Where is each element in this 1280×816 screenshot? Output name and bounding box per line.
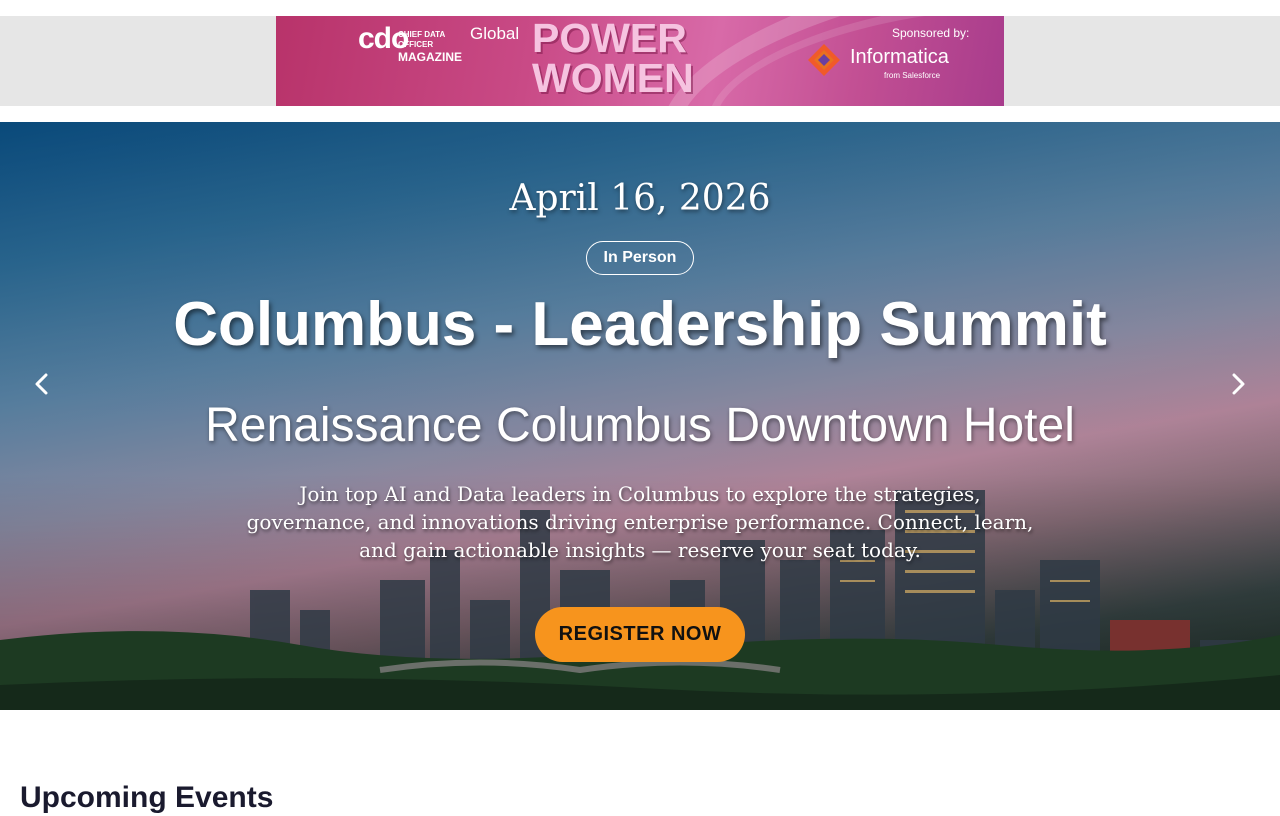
ad-banner[interactable]: cdo CHIEF DATA OFFICER MAGAZINE Global P… bbox=[276, 16, 1004, 106]
chevron-right-icon[interactable] bbox=[1224, 370, 1252, 398]
event-venue: Renaissance Columbus Downtown Hotel bbox=[205, 399, 1075, 452]
ad-brand-sub-2: MAGAZINE bbox=[398, 50, 462, 64]
hero-carousel: April 16, 2026 In Person Columbus - Lead… bbox=[0, 122, 1280, 710]
ad-global-label: Global bbox=[470, 24, 520, 43]
event-title: Columbus - Leadership Summit bbox=[173, 290, 1107, 359]
informatica-logo-icon bbox=[808, 44, 840, 76]
ad-headline-line2: WOMEN bbox=[532, 55, 694, 101]
ad-headline-line1: POWER bbox=[532, 16, 687, 61]
event-description: Join top AI and Data leaders in Columbus… bbox=[246, 482, 1034, 562]
event-date: April 16, 2026 bbox=[509, 178, 771, 219]
ad-headline: POWER WOMEN bbox=[532, 16, 694, 101]
ad-sponsor-name: Informatica bbox=[850, 46, 949, 68]
ad-sponsor-label: Sponsored by: bbox=[892, 26, 970, 40]
register-now-button[interactable]: REGISTER NOW bbox=[535, 607, 745, 662]
event-format-badge: In Person bbox=[586, 241, 694, 275]
ad-sponsor-sub: from Salesforce bbox=[884, 71, 941, 80]
upcoming-events-heading: Upcoming Events bbox=[20, 781, 274, 814]
ad-brand-sub-1: CHIEF DATA OFFICER bbox=[398, 30, 445, 49]
ad-banner-strip: cdo CHIEF DATA OFFICER MAGAZINE Global P… bbox=[0, 16, 1280, 106]
ad-brand-text: CHIEF DATA OFFICER MAGAZINE bbox=[398, 30, 468, 64]
chevron-left-icon[interactable] bbox=[28, 370, 56, 398]
